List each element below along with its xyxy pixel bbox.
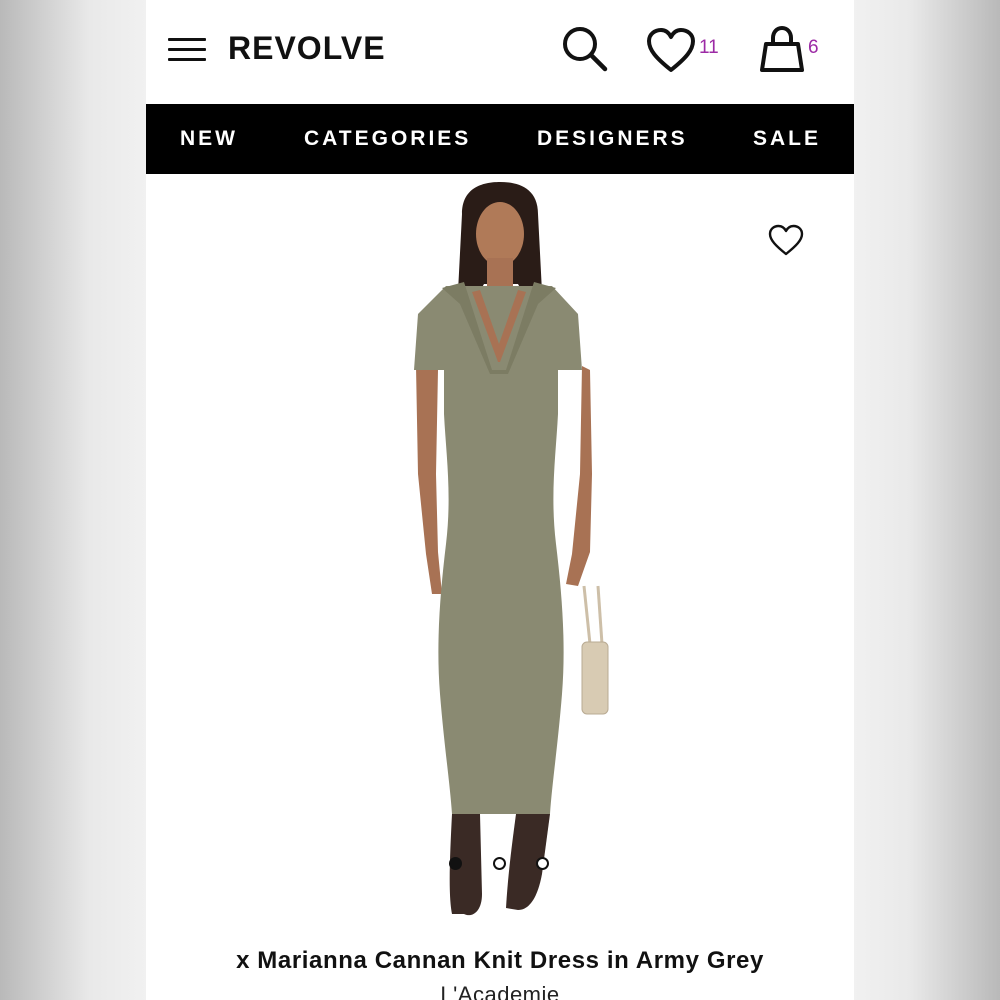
- nav-new[interactable]: NEW: [180, 127, 238, 151]
- nav-sale[interactable]: SALE: [753, 127, 821, 151]
- carousel-dot-3[interactable]: [536, 857, 549, 870]
- search-button[interactable]: [560, 24, 610, 74]
- shopping-bag-icon: [760, 25, 804, 72]
- product-image[interactable]: [146, 174, 854, 934]
- carousel-dot-1[interactable]: [449, 857, 462, 870]
- nav-designers[interactable]: DESIGNERS: [537, 127, 688, 151]
- product-brand[interactable]: L'Academie: [146, 982, 854, 1000]
- top-header: REVOLVE 11 6: [146, 0, 854, 104]
- wishlist-count: 11: [699, 37, 719, 58]
- revolve-logo[interactable]: REVOLVE: [228, 28, 386, 68]
- menu-icon[interactable]: [168, 38, 206, 62]
- category-nav: NEW CATEGORIES DESIGNERS SALE: [146, 104, 854, 174]
- wishlist-button[interactable]: [646, 28, 696, 74]
- heart-outline-icon: [768, 224, 804, 256]
- favorite-button[interactable]: [768, 224, 804, 258]
- nav-categories[interactable]: CATEGORIES: [304, 127, 471, 151]
- model-figure: [414, 182, 609, 916]
- image-carousel-indicator: [146, 857, 854, 875]
- heart-icon: [647, 28, 695, 72]
- search-icon: [563, 27, 608, 72]
- bag-count: 6: [808, 37, 819, 58]
- product-title: x Marianna Cannan Knit Dress in Army Gre…: [236, 947, 764, 974]
- bag-button[interactable]: [758, 25, 806, 74]
- carousel-dot-2[interactable]: [493, 857, 506, 870]
- product-page: REVOLVE 11 6 NEW CATEGORIES DESIGNERS SA…: [146, 0, 854, 1000]
